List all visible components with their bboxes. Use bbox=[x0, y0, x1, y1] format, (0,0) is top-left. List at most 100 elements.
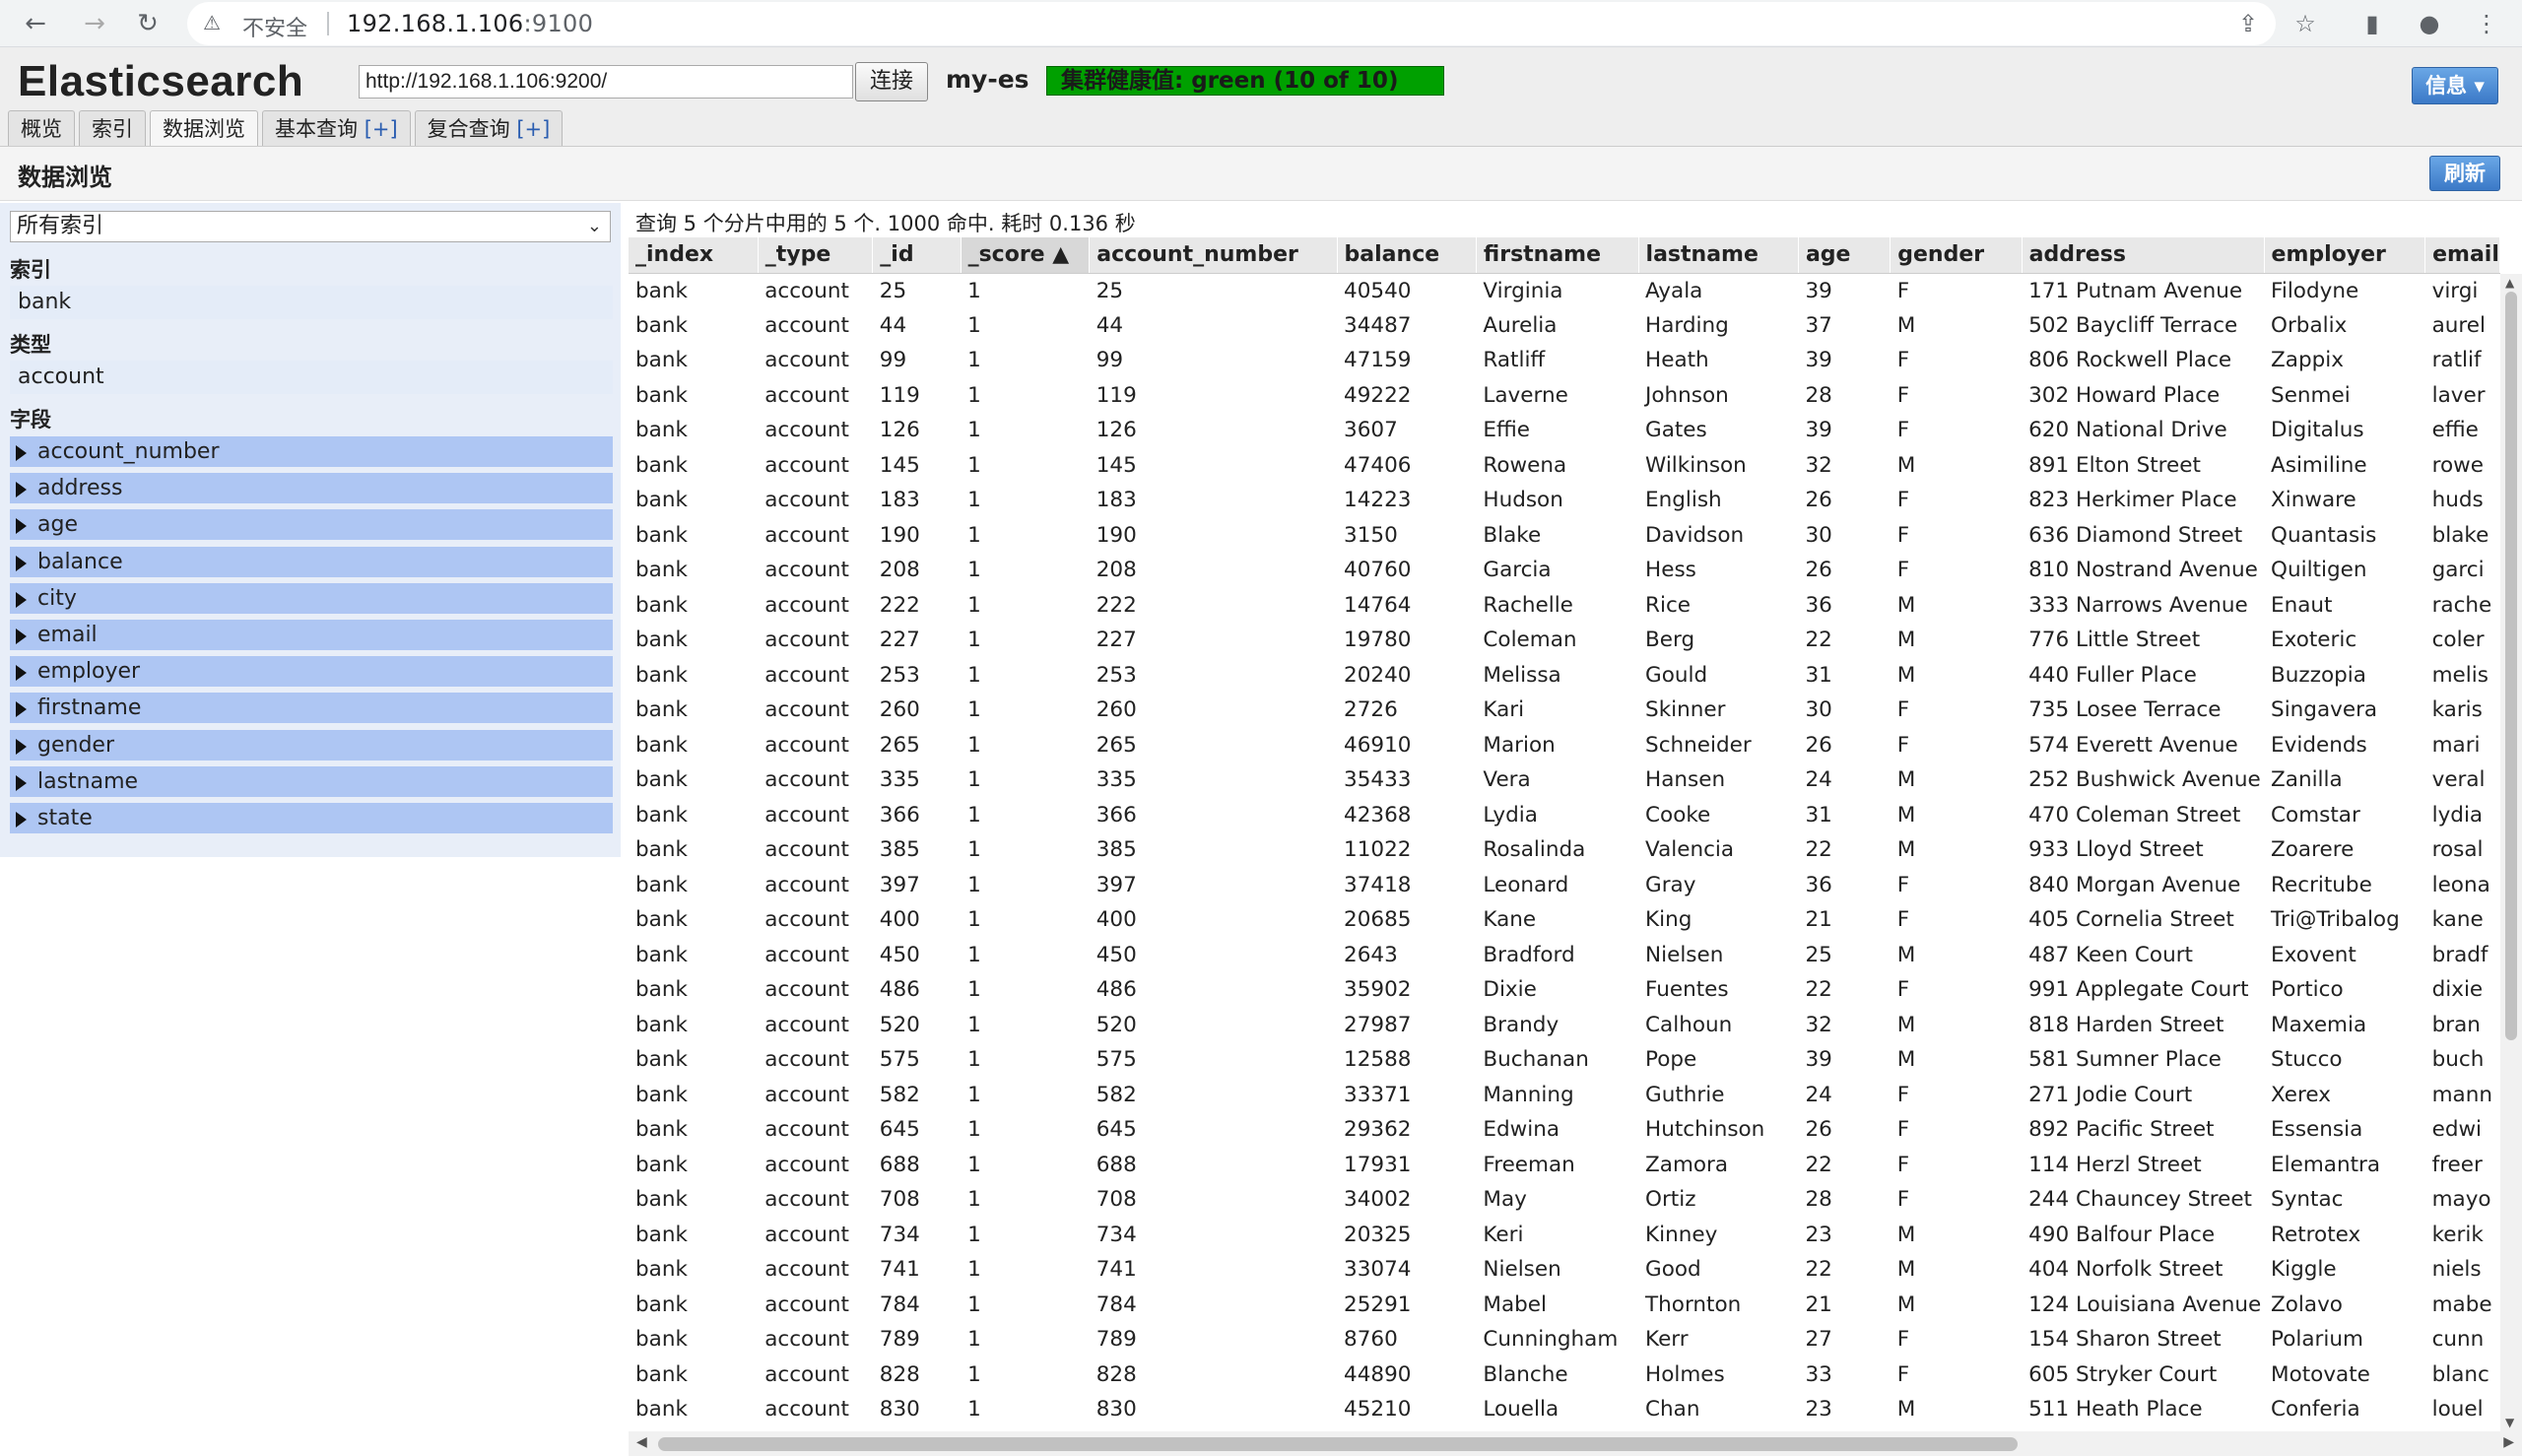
table-row[interactable]: bank account 645 1 645 29362 Edwina Hutchinson 2… bbox=[629, 1112, 2500, 1148]
tab-overview[interactable]: 概览 bbox=[8, 110, 75, 146]
table-row[interactable]: bank account 190 1 190 3150 Blake Davidson 30 F 63… bbox=[629, 517, 2500, 553]
field-item[interactable]: city bbox=[10, 582, 613, 617]
table-row[interactable]: bank account 366 1 366 42368 Lydia Cooke 31 M 470 … bbox=[629, 797, 2500, 832]
table-row[interactable]: bank account 222 1 222 14764 Rachelle Rice 36 M 33… bbox=[629, 587, 2500, 623]
field-item[interactable]: lastname bbox=[10, 765, 613, 800]
vertical-scroll-thumb[interactable] bbox=[2505, 292, 2517, 1040]
tab-indices[interactable]: 索引 bbox=[79, 110, 146, 146]
field-item[interactable]: email bbox=[10, 620, 613, 653]
refresh-button[interactable]: 刷新 bbox=[2429, 156, 2500, 191]
table-row[interactable]: bank account 385 1 385 11022 Rosalinda Valencia… bbox=[629, 832, 2500, 868]
column-header[interactable]: account_number bbox=[1089, 237, 1338, 274]
horizontal-scroll-thumb[interactable] bbox=[658, 1437, 2018, 1451]
table-row[interactable]: bank account 145 1 145 47406 Rowena Wilkinson 32… bbox=[629, 447, 2500, 483]
bookmark-star-icon[interactable]: ☆ bbox=[2288, 6, 2323, 41]
field-item[interactable]: employer bbox=[10, 656, 613, 691]
table-row[interactable]: bank account 734 1 734 20325 Keri Kinney 23 M 490 … bbox=[629, 1217, 2500, 1252]
tab-data-browse[interactable]: 数据浏览 bbox=[150, 110, 258, 146]
forward-arrow-icon[interactable]: → bbox=[75, 4, 114, 43]
field-item[interactable]: gender bbox=[10, 729, 613, 763]
expand-triangle-icon[interactable] bbox=[16, 774, 27, 791]
page-url[interactable]: 192.168.1.106:9100 bbox=[347, 10, 593, 37]
table-row[interactable]: bank account 582 1 582 33371 Manning Guthrie 24 F… bbox=[629, 1077, 2500, 1112]
tab-basic-query[interactable]: 基本查询 [+] bbox=[262, 110, 411, 146]
table-row[interactable]: bank account 265 1 265 46910 Marion Schneider 26… bbox=[629, 727, 2500, 762]
insecure-label[interactable]: 不安全 bbox=[242, 11, 307, 42]
info-dropdown-button[interactable]: 信息 ▾ bbox=[2412, 67, 2498, 104]
index-item-bank[interactable]: bank bbox=[10, 286, 613, 319]
side-panel-icon[interactable]: ▮ bbox=[2355, 6, 2390, 41]
table-row[interactable]: bank account 450 1 450 2643 Bradford Nielsen 25 M… bbox=[629, 937, 2500, 972]
vertical-scrollbar[interactable]: ▲ ▼ bbox=[2500, 274, 2522, 1431]
table-row[interactable]: bank account 227 1 227 19780 Coleman Berg 22 M 776… bbox=[629, 623, 2500, 658]
table-row[interactable]: bank account 208 1 208 40760 Garcia Hess 26 F 810 … bbox=[629, 553, 2500, 588]
table-row[interactable]: bank account 99 1 99 47159 Ratliff Heath 39 F 806 … bbox=[629, 343, 2500, 378]
column-header[interactable]: _index bbox=[629, 237, 759, 274]
column-header[interactable]: address bbox=[2022, 237, 2265, 274]
table-row[interactable]: bank account 126 1 126 3607 Effie Gates 39 F 620 N… bbox=[629, 413, 2500, 448]
column-header[interactable]: _score ▲ bbox=[961, 237, 1091, 274]
table-row[interactable]: bank account 25 1 25 40540 Virginia Ayala 39 F 171… bbox=[629, 273, 2500, 308]
es-url-input[interactable] bbox=[359, 65, 853, 99]
column-header[interactable]: age bbox=[1798, 237, 1892, 274]
column-header[interactable]: firstname bbox=[1476, 237, 1639, 274]
table-row[interactable]: bank account 183 1 183 14223 Hudson English 26 F 8… bbox=[629, 483, 2500, 518]
horizontal-scrollbar[interactable]: ◀ ▶ bbox=[629, 1431, 2522, 1456]
reload-icon[interactable]: ↻ bbox=[128, 4, 167, 43]
index-select[interactable]: 所有索引 ⌄ bbox=[10, 211, 611, 242]
expand-triangle-icon[interactable] bbox=[16, 738, 27, 755]
table-row[interactable]: bank account 828 1 828 44890 Blanche Holmes 33 F 6… bbox=[629, 1357, 2500, 1392]
column-header[interactable]: _type bbox=[758, 237, 874, 274]
table-row[interactable]: bank account 520 1 520 27987 Brandy Calhoun 32 M 8… bbox=[629, 1007, 2500, 1042]
column-header[interactable]: employer bbox=[2264, 237, 2426, 274]
field-item[interactable]: balance bbox=[10, 546, 613, 580]
table-row[interactable]: bank account 741 1 741 33074 Nielsen Good 22 M 404… bbox=[629, 1252, 2500, 1288]
table-row[interactable]: bank account 688 1 688 17931 Freeman Zamora 22 F 1… bbox=[629, 1147, 2500, 1182]
field-item[interactable]: account_number bbox=[10, 436, 613, 470]
table-row[interactable]: bank account 708 1 708 34002 May Ortiz 28 F 244 Ch… bbox=[629, 1182, 2500, 1218]
profile-avatar-icon[interactable]: ● bbox=[2412, 6, 2447, 41]
field-item[interactable]: state bbox=[10, 803, 613, 836]
table-row[interactable]: bank account 784 1 784 25291 Mabel Thornton 21 M 1… bbox=[629, 1287, 2500, 1322]
scroll-right-arrow-icon[interactable]: ▶ bbox=[2503, 1434, 2514, 1450]
expand-triangle-icon[interactable] bbox=[16, 812, 27, 827]
table-row[interactable]: bank account 575 1 575 12588 Buchanan Pope 39 M 58… bbox=[629, 1042, 2500, 1078]
expand-triangle-icon[interactable] bbox=[16, 482, 27, 498]
table-row[interactable]: bank account 830 1 830 45210 Louella Chan 23 M 511… bbox=[629, 1392, 2500, 1427]
field-item[interactable]: age bbox=[10, 509, 613, 544]
table-row[interactable]: bank account 44 1 44 34487 Aurelia Harding 37 M 50… bbox=[629, 307, 2500, 343]
scroll-left-arrow-icon[interactable]: ◀ bbox=[636, 1434, 647, 1450]
table-row[interactable]: bank account 400 1 400 20685 Kane King 21 F 405 Co… bbox=[629, 902, 2500, 938]
table-row[interactable]: bank account 397 1 397 37418 Leonard Gray 36 F 840… bbox=[629, 867, 2500, 902]
column-header[interactable]: _id bbox=[872, 237, 962, 274]
table-row[interactable]: bank account 253 1 253 20240 Melissa Gould 31 M 44… bbox=[629, 657, 2500, 693]
table-row[interactable]: bank account 119 1 119 49222 Laverne Johnson 28 F… bbox=[629, 377, 2500, 413]
table-row[interactable]: bank account 335 1 335 35433 Vera Hansen 24 M 252 … bbox=[629, 762, 2500, 798]
connect-button[interactable]: 连接 bbox=[855, 62, 928, 101]
table-row[interactable]: bank account 486 1 486 35902 Dixie Fuentes 22 F 99… bbox=[629, 972, 2500, 1008]
expand-triangle-icon[interactable] bbox=[16, 665, 27, 682]
field-item[interactable]: firstname bbox=[10, 693, 613, 727]
tab-compound-query[interactable]: 复合查询 [+] bbox=[414, 110, 564, 146]
expand-triangle-icon[interactable] bbox=[16, 555, 27, 571]
expand-triangle-icon[interactable] bbox=[16, 518, 27, 535]
back-arrow-icon[interactable]: ← bbox=[16, 4, 55, 43]
expand-triangle-icon[interactable] bbox=[16, 629, 27, 644]
column-header[interactable]: balance bbox=[1337, 237, 1477, 274]
field-item[interactable]: address bbox=[10, 473, 613, 507]
scroll-down-arrow-icon[interactable]: ▼ bbox=[2505, 1416, 2514, 1429]
expand-triangle-icon[interactable] bbox=[16, 445, 27, 461]
address-bar[interactable]: ⚠ 不安全 192.168.1.106:9100 bbox=[187, 2, 2276, 45]
table-row[interactable]: bank account 260 1 260 2726 Kari Skinner 30 F 735 … bbox=[629, 693, 2500, 728]
column-header[interactable]: gender bbox=[1890, 237, 2023, 274]
share-icon[interactable]: ⇪ bbox=[2230, 6, 2266, 41]
column-header[interactable]: lastname bbox=[1638, 237, 1799, 274]
column-header[interactable]: email bbox=[2424, 237, 2500, 274]
table-row[interactable]: bank account 789 1 789 8760 Cunningham Kerr 27 F 1… bbox=[629, 1322, 2500, 1357]
expand-triangle-icon[interactable] bbox=[16, 591, 27, 608]
browser-menu-icon[interactable]: ⋮ bbox=[2469, 6, 2504, 41]
expand-triangle-icon[interactable] bbox=[16, 701, 27, 718]
type-item-account[interactable]: account bbox=[10, 361, 613, 394]
scroll-up-arrow-icon[interactable]: ▲ bbox=[2505, 276, 2514, 290]
warning-triangle-icon[interactable]: ⚠ bbox=[203, 11, 221, 34]
